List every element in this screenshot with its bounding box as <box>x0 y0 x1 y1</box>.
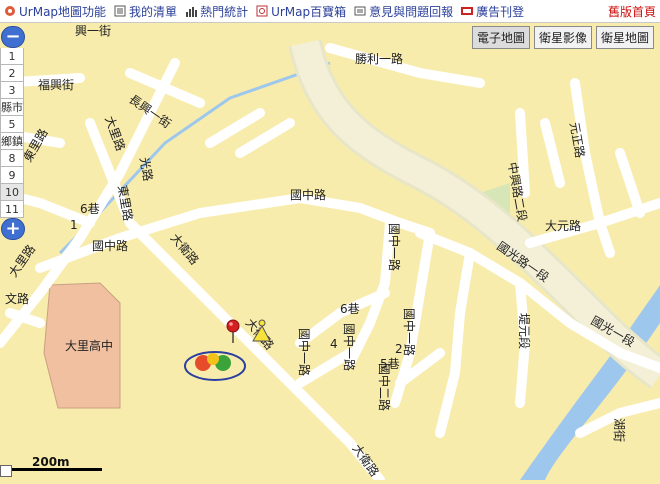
zoom-level[interactable]: 3 <box>0 82 24 99</box>
map-type-satellite-button[interactable]: 衛星影像 <box>533 26 592 49</box>
road-label: 國中一路 <box>402 308 417 356</box>
road-label: 國中一路 <box>387 223 402 271</box>
menu-map-function[interactable]: UrMap地圖功能 <box>4 3 106 20</box>
road-label: 文路 <box>5 291 29 306</box>
school-label: 大里高中 <box>65 338 113 353</box>
zoom-control: − 1 2 3 縣市 5 鄉鎮 8 9 10 11 + <box>0 26 25 240</box>
menu-advert[interactable]: 廣告刊登 <box>461 3 524 20</box>
zoom-out-button[interactable]: − <box>1 26 25 48</box>
map-canvas[interactable]: 勝利一路 福興街 興一街 長興一街 國中路 國中路 國光路一段 國光一段 大元路… <box>0 23 660 484</box>
road-label: 堤元段 <box>517 313 532 349</box>
menu-toolbox[interactable]: UrMap百寶箱 <box>256 3 346 20</box>
zoom-level[interactable]: 11 <box>0 201 24 218</box>
menu-item-label: 熱門統計 <box>200 4 249 19</box>
scale-label: 200m <box>32 455 70 469</box>
road-label: 大元路 <box>545 218 581 233</box>
menu-feedback[interactable]: 意見與問題回報 <box>354 3 453 20</box>
bar-chart-icon <box>185 5 198 17</box>
zoom-level[interactable]: 1 <box>0 48 24 65</box>
map-type-hybrid-button[interactable]: 衛星地圖 <box>595 26 654 49</box>
road-label: 4 <box>330 337 338 351</box>
road-label: 國中路 <box>92 238 128 253</box>
road-label: 福興街 <box>38 77 74 92</box>
road-label: 勝利一路 <box>355 51 403 66</box>
road-label: 6巷 <box>80 202 100 216</box>
advert-icon <box>461 5 474 17</box>
road-label: 1 <box>70 218 78 232</box>
zoom-level[interactable]: 2 <box>0 65 24 82</box>
zoom-level[interactable]: 鄉鎮 <box>0 133 24 150</box>
scale-line <box>6 468 102 471</box>
menu-item-label: 意見與問題回報 <box>369 4 454 19</box>
menu-my-list[interactable]: 我的清單 <box>114 3 177 20</box>
road-label: 5巷 <box>380 357 400 371</box>
map-type-switcher: 電子地圖 衛星影像 衛星地圖 <box>471 26 654 49</box>
resize-handle-icon[interactable] <box>0 465 12 477</box>
road-label: 興一街 <box>75 24 111 38</box>
road-label: 國中一路 <box>342 323 357 371</box>
zoom-in-button[interactable]: + <box>1 218 25 240</box>
menu-item-label: UrMap地圖功能 <box>19 4 107 19</box>
menu-hot-stats[interactable]: 熱門統計 <box>185 3 248 20</box>
map-type-electronic-button[interactable]: 電子地圖 <box>471 26 530 49</box>
zoom-level-selected[interactable]: 10 <box>0 184 24 201</box>
feedback-icon <box>354 5 366 17</box>
menu-item-label: 我的清單 <box>129 4 178 19</box>
road-label: 湖街 <box>612 418 627 442</box>
toolbox-icon <box>256 5 268 17</box>
zoom-level[interactable]: 縣市 <box>0 99 24 116</box>
zoom-level[interactable]: 9 <box>0 167 24 184</box>
list-icon <box>114 5 126 17</box>
road-label: 6巷 <box>340 302 360 316</box>
road-label: 國中路 <box>290 187 326 202</box>
top-menu-bar: UrMap地圖功能 我的清單 熱門統計 UrMap百寶箱 意見與問題回報 廣告刊… <box>0 0 660 23</box>
zoom-level[interactable]: 8 <box>0 150 24 167</box>
menu-item-label: UrMap百寶箱 <box>271 4 347 19</box>
road-label: 2 <box>395 342 403 356</box>
zoom-level[interactable]: 5 <box>0 116 24 133</box>
road-label: 國中一路 <box>297 328 312 376</box>
map-function-icon <box>4 5 16 17</box>
menu-item-label: 廣告刊登 <box>476 4 525 19</box>
old-home-link[interactable]: 舊版首頁 <box>608 3 656 20</box>
